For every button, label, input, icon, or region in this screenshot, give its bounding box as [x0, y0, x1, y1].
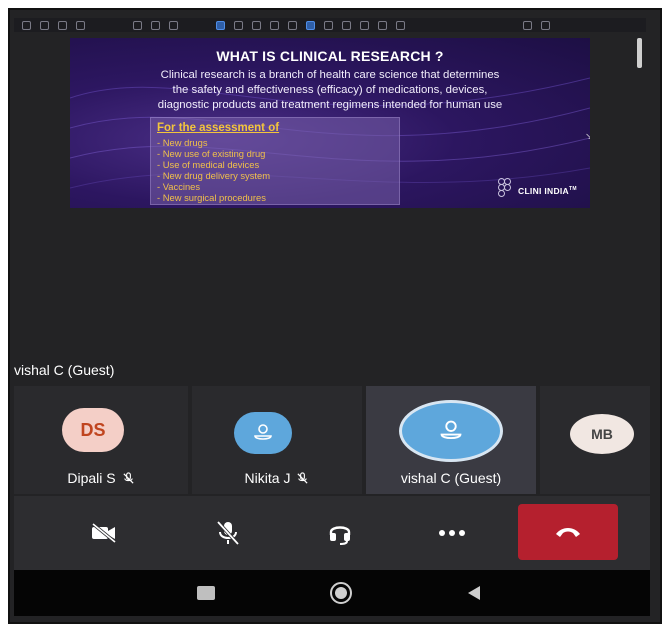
assessment-item: New drugs: [157, 137, 270, 148]
up-icon[interactable]: [133, 20, 142, 30]
pen-icon[interactable]: [360, 20, 369, 30]
camera-off-icon: [91, 522, 117, 544]
cursor-icon: ↘: [585, 131, 590, 141]
assessment-item: New drug delivery system: [157, 170, 270, 181]
user-icon: [440, 420, 462, 440]
back-button[interactable]: [462, 581, 486, 605]
participant-label: vishal C (Guest): [366, 470, 536, 486]
recents-button[interactable]: [194, 581, 218, 605]
slide-body: Clinical research is a branch of health …: [82, 68, 578, 113]
zoom-level-icon[interactable]: [288, 20, 297, 30]
mic-off-icon: [297, 471, 309, 484]
down-icon[interactable]: [151, 20, 160, 30]
participant-tile[interactable]: MB: [540, 386, 650, 494]
assessment-list: New drugs New use of existing drug Use o…: [157, 137, 270, 203]
participant-label: Nikita J: [192, 470, 362, 486]
hang-up-button[interactable]: [518, 504, 618, 560]
android-nav-bar: [14, 570, 650, 616]
logo-dots-icon: [498, 178, 514, 197]
mic-off-icon: [123, 471, 134, 484]
camera-toggle-button[interactable]: [54, 506, 154, 560]
star-icon[interactable]: [22, 20, 31, 30]
search-icon[interactable]: [76, 20, 85, 30]
more-icon: [439, 530, 465, 536]
recents-icon: [197, 586, 215, 600]
slide-body-line: the safety and effectiveness (efficacy) …: [172, 84, 488, 96]
participant-name: Nikita J: [244, 470, 291, 486]
print-icon[interactable]: [58, 20, 67, 30]
headset-icon: [329, 526, 351, 545]
avatar: DS: [62, 408, 124, 452]
clini-india-logo: CLINI INDIATM: [498, 178, 577, 197]
participant-strip[interactable]: DS Dipali S Nikita J vishal C (Guest) MB: [14, 386, 650, 494]
assessment-item: New use of existing drug: [157, 148, 270, 159]
assessment-item: Vaccines: [157, 181, 270, 192]
hang-up-icon: [556, 528, 580, 537]
text-tool-icon[interactable]: [324, 20, 333, 30]
audio-device-button[interactable]: [290, 506, 390, 560]
assessment-item: Use of medical devices: [157, 159, 270, 170]
assessment-box: For the assessment of New drugs New use …: [150, 117, 400, 205]
pointer-icon[interactable]: [216, 20, 225, 30]
panel-icon[interactable]: [541, 20, 550, 30]
home-button[interactable]: [329, 581, 353, 605]
tools-icon[interactable]: [523, 20, 532, 30]
logo-text: CLINI INDIATM: [518, 186, 577, 196]
slide-body-line: Clinical research is a branch of health …: [160, 69, 500, 81]
assessment-item: New surgical procedures: [157, 192, 270, 203]
presentation-toolbar: [14, 18, 646, 32]
slide-body-line: diagnostic products and treatment regime…: [157, 99, 503, 111]
participant-name: Dipali S: [67, 470, 116, 486]
participant-tile[interactable]: DS Dipali S: [14, 386, 188, 494]
zoom-in-icon[interactable]: [270, 20, 279, 30]
more-options-button[interactable]: [402, 506, 502, 560]
comment-icon[interactable]: [342, 20, 351, 30]
avatar: [399, 400, 503, 462]
zoom-out-icon[interactable]: [252, 20, 261, 30]
shared-slide: WHAT IS CLINICAL RESEARCH ? Clinical res…: [70, 38, 590, 208]
participant-tile[interactable]: Nikita J: [192, 386, 362, 494]
user-icon: [254, 424, 272, 440]
participant-tile-active[interactable]: vishal C (Guest): [366, 386, 536, 494]
call-controls: [14, 496, 650, 570]
active-speaker-name: vishal C (Guest): [14, 362, 115, 378]
slide-scrollbar[interactable]: [637, 38, 642, 68]
avatar: [234, 412, 292, 454]
page-icon[interactable]: [169, 20, 178, 30]
participant-name: vishal C (Guest): [400, 470, 502, 486]
slide-title: WHAT IS CLINICAL RESEARCH ?: [216, 48, 444, 64]
mic-toggle-button[interactable]: [178, 506, 278, 560]
participant-label: Dipali S: [14, 470, 188, 486]
fit-icon[interactable]: [306, 20, 315, 30]
assessment-title: For the assessment of: [157, 122, 280, 134]
home-icon: [330, 582, 352, 604]
avatar: MB: [570, 414, 634, 454]
share-icon[interactable]: [40, 20, 49, 30]
undo-icon[interactable]: [396, 20, 405, 30]
hand-icon[interactable]: [234, 20, 243, 30]
back-icon: [468, 586, 480, 600]
sign-icon[interactable]: [378, 20, 387, 30]
mic-off-icon: [216, 520, 240, 546]
